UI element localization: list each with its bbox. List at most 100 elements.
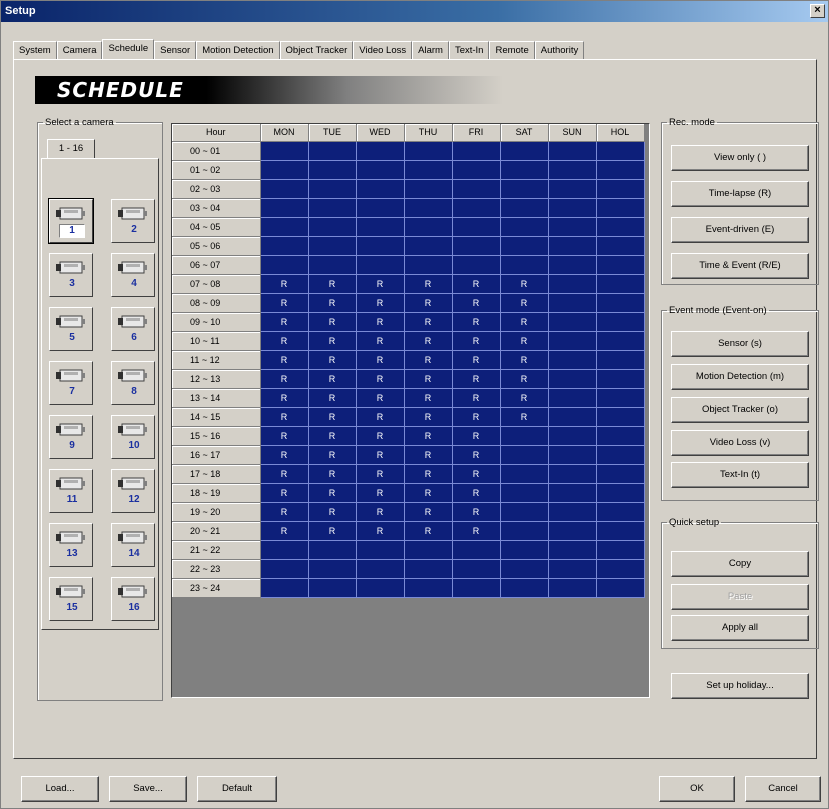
schedule-cell[interactable]: [596, 502, 645, 522]
schedule-cell[interactable]: [548, 502, 597, 522]
schedule-cell[interactable]: [356, 559, 405, 579]
schedule-cell[interactable]: [404, 160, 453, 180]
schedule-cell[interactable]: [596, 160, 645, 180]
hour-row-header[interactable]: 11 ~ 12: [172, 350, 261, 370]
schedule-cell[interactable]: [548, 464, 597, 484]
schedule-cell[interactable]: R: [500, 350, 549, 370]
schedule-cell[interactable]: [548, 388, 597, 408]
tab-camera[interactable]: Camera: [56, 41, 103, 59]
schedule-cell[interactable]: [500, 426, 549, 446]
schedule-cell[interactable]: [452, 160, 501, 180]
schedule-cell[interactable]: [452, 559, 501, 579]
hour-row-header[interactable]: 07 ~ 08: [172, 274, 261, 294]
schedule-cell[interactable]: R: [500, 293, 549, 313]
schedule-cell[interactable]: R: [260, 350, 309, 370]
schedule-cell[interactable]: [596, 274, 645, 294]
hour-row-header[interactable]: 02 ~ 03: [172, 179, 261, 199]
schedule-cell[interactable]: [356, 217, 405, 237]
cancel-button[interactable]: Cancel: [745, 776, 821, 802]
schedule-cell[interactable]: [260, 559, 309, 579]
camera-9-button[interactable]: 9: [49, 415, 93, 459]
schedule-cell[interactable]: R: [452, 445, 501, 465]
schedule-cell[interactable]: [308, 559, 357, 579]
schedule-cell[interactable]: [548, 426, 597, 446]
schedule-cell[interactable]: R: [260, 293, 309, 313]
time-lapse-button[interactable]: Time-lapse (R): [671, 181, 809, 207]
schedule-cell[interactable]: R: [356, 445, 405, 465]
schedule-cell[interactable]: [452, 236, 501, 256]
schedule-cell[interactable]: [548, 160, 597, 180]
schedule-cell[interactable]: [356, 578, 405, 598]
schedule-cell[interactable]: R: [404, 293, 453, 313]
schedule-cell[interactable]: R: [500, 331, 549, 351]
schedule-cell[interactable]: [500, 217, 549, 237]
hour-row-header[interactable]: 17 ~ 18: [172, 464, 261, 484]
schedule-cell[interactable]: [596, 445, 645, 465]
hour-row-header[interactable]: 01 ~ 02: [172, 160, 261, 180]
tab-schedule[interactable]: Schedule: [102, 39, 155, 60]
schedule-cell[interactable]: [404, 179, 453, 199]
schedule-cell[interactable]: R: [356, 502, 405, 522]
schedule-cell[interactable]: [260, 578, 309, 598]
schedule-cell[interactable]: [596, 483, 645, 503]
schedule-cell[interactable]: R: [308, 293, 357, 313]
hour-row-header[interactable]: 03 ~ 04: [172, 198, 261, 218]
schedule-cell[interactable]: [548, 331, 597, 351]
schedule-cell[interactable]: [500, 445, 549, 465]
schedule-cell[interactable]: [548, 483, 597, 503]
camera-3-button[interactable]: 3: [49, 253, 93, 297]
hour-row-header[interactable]: 12 ~ 13: [172, 369, 261, 389]
event-driven-button[interactable]: Event-driven (E): [671, 217, 809, 243]
schedule-cell[interactable]: [596, 312, 645, 332]
schedule-cell[interactable]: [596, 217, 645, 237]
schedule-cell[interactable]: [260, 255, 309, 275]
schedule-cell[interactable]: R: [308, 369, 357, 389]
load-button[interactable]: Load...: [21, 776, 99, 802]
schedule-cell[interactable]: R: [404, 331, 453, 351]
schedule-cell[interactable]: [548, 350, 597, 370]
schedule-cell[interactable]: R: [356, 407, 405, 427]
schedule-cell[interactable]: R: [452, 464, 501, 484]
apply-all-button[interactable]: Apply all: [671, 615, 809, 641]
schedule-cell[interactable]: [548, 445, 597, 465]
schedule-cell[interactable]: [596, 578, 645, 598]
schedule-cell[interactable]: R: [404, 407, 453, 427]
camera-11-button[interactable]: 11: [49, 469, 93, 513]
schedule-cell[interactable]: R: [452, 312, 501, 332]
text-in-button[interactable]: Text-In (t): [671, 462, 809, 488]
schedule-cell[interactable]: [308, 236, 357, 256]
schedule-cell[interactable]: R: [260, 274, 309, 294]
close-icon[interactable]: ×: [810, 4, 825, 18]
schedule-cell[interactable]: R: [260, 483, 309, 503]
video-loss-button[interactable]: Video Loss (v): [671, 430, 809, 456]
schedule-cell[interactable]: [356, 160, 405, 180]
tab-motion-detection[interactable]: Motion Detection: [196, 41, 280, 59]
hour-column-header[interactable]: Hour: [172, 124, 261, 142]
schedule-cell[interactable]: [596, 407, 645, 427]
tab-authority[interactable]: Authority: [534, 41, 585, 59]
schedule-cell[interactable]: R: [404, 483, 453, 503]
schedule-cell[interactable]: [548, 578, 597, 598]
schedule-cell[interactable]: R: [260, 521, 309, 541]
camera-12-button[interactable]: 12: [111, 469, 155, 513]
hour-row-header[interactable]: 05 ~ 06: [172, 236, 261, 256]
camera-7-button[interactable]: 7: [49, 361, 93, 405]
schedule-cell[interactable]: [404, 559, 453, 579]
schedule-cell[interactable]: R: [260, 426, 309, 446]
schedule-cell[interactable]: R: [452, 521, 501, 541]
schedule-cell[interactable]: R: [404, 464, 453, 484]
schedule-cell[interactable]: [500, 540, 549, 560]
schedule-cell[interactable]: [452, 198, 501, 218]
schedule-cell[interactable]: [596, 388, 645, 408]
schedule-cell[interactable]: R: [308, 407, 357, 427]
schedule-cell[interactable]: R: [308, 464, 357, 484]
schedule-cell[interactable]: [596, 236, 645, 256]
schedule-cell[interactable]: [596, 464, 645, 484]
schedule-cell[interactable]: R: [260, 369, 309, 389]
schedule-cell[interactable]: [596, 350, 645, 370]
schedule-cell[interactable]: R: [260, 312, 309, 332]
schedule-cell[interactable]: [404, 540, 453, 560]
schedule-cell[interactable]: [548, 179, 597, 199]
camera-8-button[interactable]: 8: [111, 361, 155, 405]
schedule-cell[interactable]: [548, 369, 597, 389]
